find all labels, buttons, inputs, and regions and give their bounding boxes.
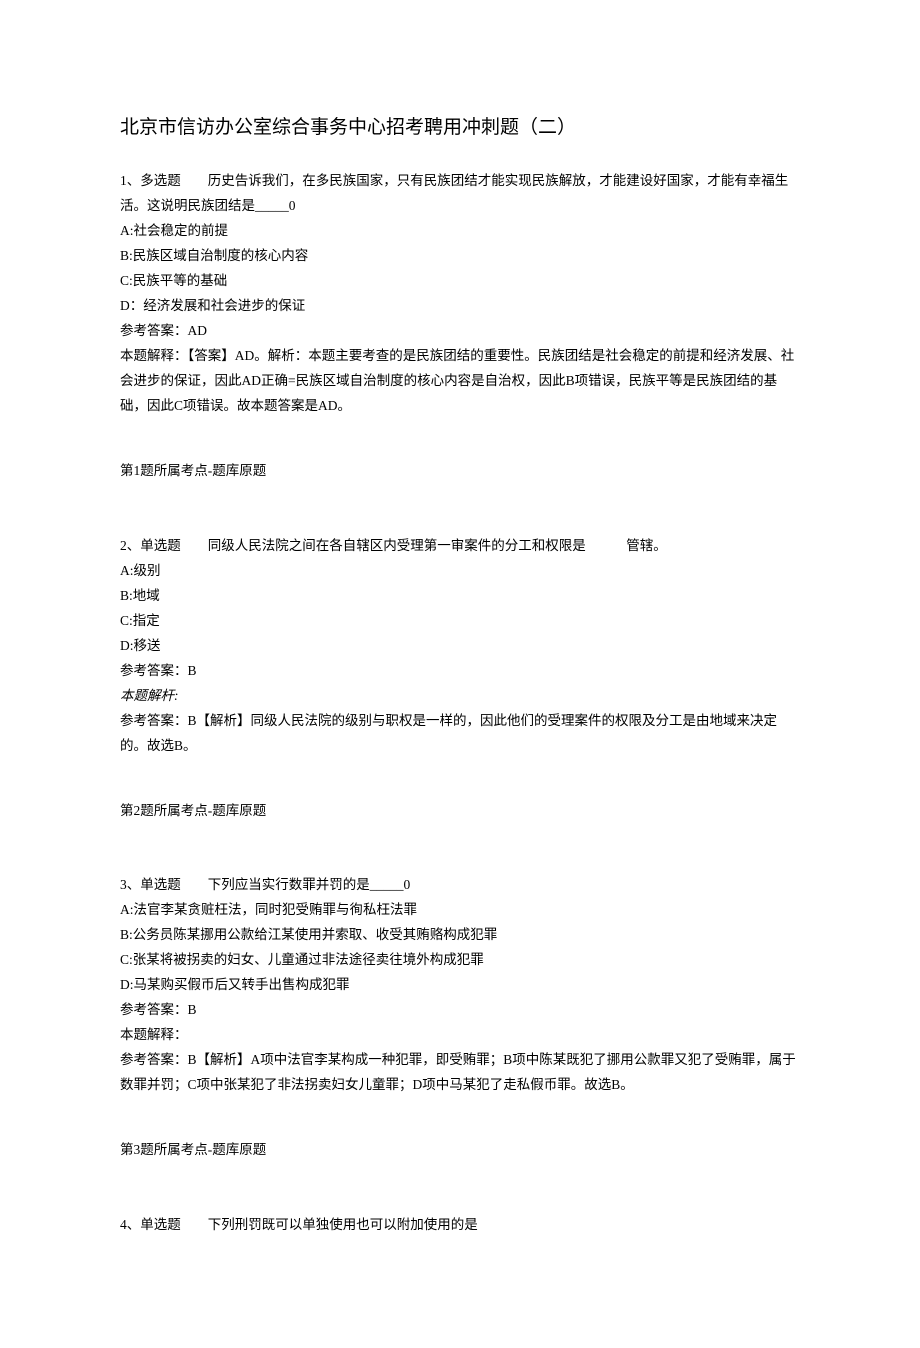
q3-header: 3、单选题 下列应当实行数罪并罚的是_____0 (120, 873, 800, 898)
q2-explain-label: 本题解杆: (120, 684, 800, 709)
page-content: 北京市信访办公室综合事务中心招考聘用冲刺题（二） 1、多选题 历史告诉我们，在多… (0, 0, 920, 1348)
q3-option-c: C:张某将被拐卖的妇女、儿童通过非法途径卖往境外构成犯罪 (120, 948, 800, 973)
question-4: 4、单选题 下列刑罚既可以单独使用也可以附加使用的是 (120, 1213, 800, 1238)
q1-option-c: C:民族平等的基础 (120, 269, 800, 294)
q4-header: 4、单选题 下列刑罚既可以单独使用也可以附加使用的是 (120, 1213, 800, 1238)
q3-answer-label: 参考答案：B (120, 998, 800, 1023)
q1-option-a: A:社会稳定的前提 (120, 219, 800, 244)
q2-option-a: A:级别 (120, 559, 800, 584)
q2-answer-label: 参考答案：B (120, 659, 800, 684)
q3-explanation: 参考答案：B【解析】A项中法官李某构成一种犯罪，即受贿罪；B项中陈某既犯了挪用公… (120, 1048, 800, 1098)
q3-option-b: B:公务员陈某挪用公款给江某使用并索取、收受其贿赂构成犯罪 (120, 923, 800, 948)
question-2: 2、单选题 同级人民法院之间在各自辖区内受理第一审案件的分工和权限是 管辖。 A… (120, 534, 800, 824)
q3-explain-label: 本题解释： (120, 1023, 800, 1048)
question-3: 3、单选题 下列应当实行数罪并罚的是_____0 A:法官李某贪赃枉法，同时犯受… (120, 873, 800, 1163)
q2-option-d: D:移送 (120, 634, 800, 659)
q1-explanation: 本题解释：【答案】AD。解析：本题主要考查的是民族团结的重要性。民族团结是社会稳… (120, 344, 800, 419)
q1-header: 1、多选题 历史告诉我们，在多民族国家，只有民族团结才能实现民族解放，才能建设好… (120, 169, 800, 219)
question-1: 1、多选题 历史告诉我们，在多民族国家，只有民族团结才能实现民族解放，才能建设好… (120, 169, 800, 484)
document-title: 北京市信访办公室综合事务中心招考聘用冲刺题（二） (120, 110, 800, 145)
q2-header: 2、单选题 同级人民法院之间在各自辖区内受理第一审案件的分工和权限是 管辖。 (120, 534, 800, 559)
q3-topic: 第3题所属考点-题库原题 (120, 1138, 800, 1163)
q3-option-d: D:马某购买假币后又转手出售构成犯罪 (120, 973, 800, 998)
q2-option-b: B:地域 (120, 584, 800, 609)
q1-option-d: D：经济发展和社会进步的保证 (120, 294, 800, 319)
q1-answer-label: 参考答案：AD (120, 319, 800, 344)
q2-topic: 第2题所属考点-题库原题 (120, 799, 800, 824)
q2-option-c: C:指定 (120, 609, 800, 634)
q3-option-a: A:法官李某贪赃枉法，同时犯受贿罪与徇私枉法罪 (120, 898, 800, 923)
q1-option-b: B:民族区域自治制度的核心内容 (120, 244, 800, 269)
q1-topic: 第1题所属考点-题库原题 (120, 459, 800, 484)
q2-explanation: 参考答案：B【解析】同级人民法院的级别与职权是一样的，因此他们的受理案件的权限及… (120, 709, 800, 759)
